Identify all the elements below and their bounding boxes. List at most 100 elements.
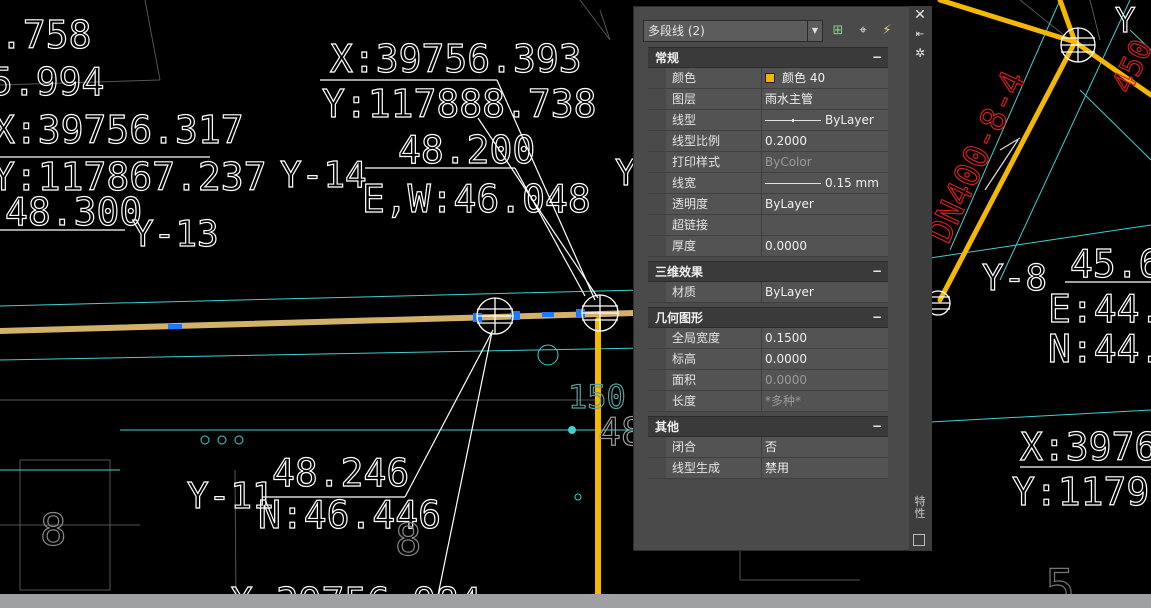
prop-value-text: ByLayer xyxy=(825,113,874,127)
lineweight-sample xyxy=(765,182,821,184)
section-title: 其他 xyxy=(655,420,680,434)
prop-value-text: 0.15 mm xyxy=(825,176,879,190)
prop-value[interactable] xyxy=(762,215,888,235)
manhole-y14 xyxy=(581,294,619,332)
prop-row-elevation[interactable]: 标高 0.0000 xyxy=(648,349,888,370)
menu-icon[interactable]: ✲ xyxy=(911,46,929,60)
prop-name: 打印样式 xyxy=(666,152,762,172)
prop-value[interactable]: ByLayer xyxy=(762,194,888,214)
prop-value[interactable]: 雨水主管 xyxy=(762,89,888,109)
prop-value[interactable]: 颜色 40 xyxy=(762,68,888,88)
collapse-icon[interactable]: − xyxy=(870,420,884,433)
prop-value[interactable]: 0.0000 xyxy=(762,236,888,256)
status-bar xyxy=(0,594,1151,608)
cad-drawing-canvas[interactable]: .758 5.994 X:39756.317 Y:117867.237 48.3… xyxy=(0,0,1151,608)
prop-name: 线宽 xyxy=(666,173,762,193)
prop-value[interactable]: 否 xyxy=(762,437,888,457)
prop-value[interactable]: 0.1500 xyxy=(762,328,888,348)
prop-value[interactable]: 禁用 xyxy=(762,458,888,478)
annotation-text: Y:11790 xyxy=(1012,470,1151,514)
annotation-text: X:39756.393 xyxy=(330,37,582,81)
prop-row-linetype-generation[interactable]: 线型生成 禁用 xyxy=(648,458,888,479)
select-objects-icon[interactable]: ⌖ xyxy=(855,23,871,39)
annotation-text: X:3976 xyxy=(1020,425,1151,469)
prop-value[interactable]: 0.0000 xyxy=(762,349,888,369)
section-misc[interactable]: 其他 − xyxy=(648,416,888,437)
annotation-text: 48.300 xyxy=(5,190,142,234)
prop-name: 面积 xyxy=(666,370,762,390)
annotation-text: Y:117888.738 xyxy=(322,82,597,126)
object-select-value: 多段线 (2) xyxy=(648,24,705,38)
prop-value[interactable]: 0.2000 xyxy=(762,131,888,151)
palette-titlebar[interactable] xyxy=(909,6,932,551)
prop-value: 0.0000 xyxy=(765,373,807,387)
prop-row-linetype[interactable]: 线型 ByLayer xyxy=(648,110,888,131)
annotation-text: 5.994 xyxy=(0,60,104,104)
prop-row-closed[interactable]: 闭合 否 xyxy=(648,437,888,458)
prop-name: 线型比例 xyxy=(666,131,762,151)
prop-row-thickness[interactable]: 厚度 0.0000 xyxy=(648,236,888,257)
drawing-annotations: .758 5.994 X:39756.317 Y:117867.237 48.3… xyxy=(0,0,1151,608)
prop-name: 材质 xyxy=(666,282,762,302)
annotation-text: 8 xyxy=(40,505,67,556)
section-3d-visualization[interactable]: 三维效果 − xyxy=(648,261,888,282)
section-title: 几何图形 xyxy=(655,311,704,325)
annotation-text: 48.246 xyxy=(272,451,409,495)
prop-row-plot-style[interactable]: 打印样式 ByColor xyxy=(648,152,888,173)
prop-row-transparency[interactable]: 透明度 ByLayer xyxy=(648,194,888,215)
prop-row-length[interactable]: 长度 *多种* xyxy=(648,391,888,412)
prop-value: *多种* xyxy=(765,394,802,408)
prop-value-text: 颜色 40 xyxy=(782,71,826,85)
section-general[interactable]: 常规 − xyxy=(648,47,888,68)
prop-value: ByColor xyxy=(765,155,812,169)
annotation-text: Y xyxy=(1115,1,1135,41)
pickadd-icon[interactable]: ⊞ xyxy=(830,23,846,39)
prop-row-color[interactable]: 颜色 颜色 40 xyxy=(648,68,888,89)
prop-name: 全局宽度 xyxy=(666,328,762,348)
chevron-down-icon[interactable]: ▼ xyxy=(807,21,822,41)
prop-row-hyperlink[interactable]: 超链接 xyxy=(648,215,888,236)
prop-name: 线型生成 xyxy=(666,458,762,478)
manhole-top-right xyxy=(1060,27,1096,63)
pin-icon[interactable]: ⇤ xyxy=(911,28,929,42)
prop-name: 闭合 xyxy=(666,437,762,457)
prop-value[interactable]: 0.15 mm xyxy=(762,173,888,193)
collapse-icon[interactable]: − xyxy=(870,265,884,278)
prop-row-layer[interactable]: 图层 雨水主管 xyxy=(648,89,888,110)
object-type-select[interactable]: 多段线 (2) ▼ xyxy=(643,20,823,42)
annotation-text: E,W:46.048 xyxy=(362,177,591,221)
prop-name: 超链接 xyxy=(666,215,762,235)
prop-name: 颜色 xyxy=(666,68,762,88)
annotation-text: Y-13 xyxy=(132,214,219,255)
collapse-icon[interactable]: − xyxy=(870,311,884,324)
prop-name: 图层 xyxy=(666,89,762,109)
prop-row-area[interactable]: 面积 0.0000 xyxy=(648,370,888,391)
property-list: 常规 − 颜色 颜色 40 图层 雨水主管 线型 ByLayer 线型比例 0.… xyxy=(648,47,888,479)
section-title: 三维效果 xyxy=(655,265,704,279)
annotation-text: N:44.2 xyxy=(1048,327,1151,371)
palette-side-title: 特性 xyxy=(914,495,926,520)
color-swatch xyxy=(765,73,775,83)
annotation-text: Y-14 xyxy=(280,155,367,196)
prop-value[interactable]: ByLayer xyxy=(762,282,888,302)
manhole-y11 xyxy=(476,297,514,335)
prop-row-global-width[interactable]: 全局宽度 0.1500 xyxy=(648,328,888,349)
prop-row-lineweight[interactable]: 线宽 0.15 mm xyxy=(648,173,888,194)
prop-name: 厚度 xyxy=(666,236,762,256)
annotation-text: 48.200 xyxy=(398,128,535,172)
linetype-sample xyxy=(765,118,821,122)
quick-select-icon[interactable]: ⚡ xyxy=(879,23,895,39)
palette-resize-icon[interactable] xyxy=(913,534,925,546)
prop-name: 透明度 xyxy=(666,194,762,214)
annotation-text: 45.6 xyxy=(1070,242,1151,286)
annotation-text: X:39756.317 xyxy=(0,108,244,152)
annotation-text: E:44.4 xyxy=(1048,287,1151,331)
prop-value[interactable]: ByLayer xyxy=(762,110,888,130)
collapse-icon[interactable]: − xyxy=(870,51,884,64)
close-icon[interactable]: ✕ xyxy=(911,8,929,22)
prop-row-linetype-scale[interactable]: 线型比例 0.2000 xyxy=(648,131,888,152)
section-title: 常规 xyxy=(655,51,680,65)
annotation-text: 8 xyxy=(395,515,422,566)
section-geometry[interactable]: 几何图形 − xyxy=(648,307,888,328)
prop-row-material[interactable]: 材质 ByLayer xyxy=(648,282,888,303)
